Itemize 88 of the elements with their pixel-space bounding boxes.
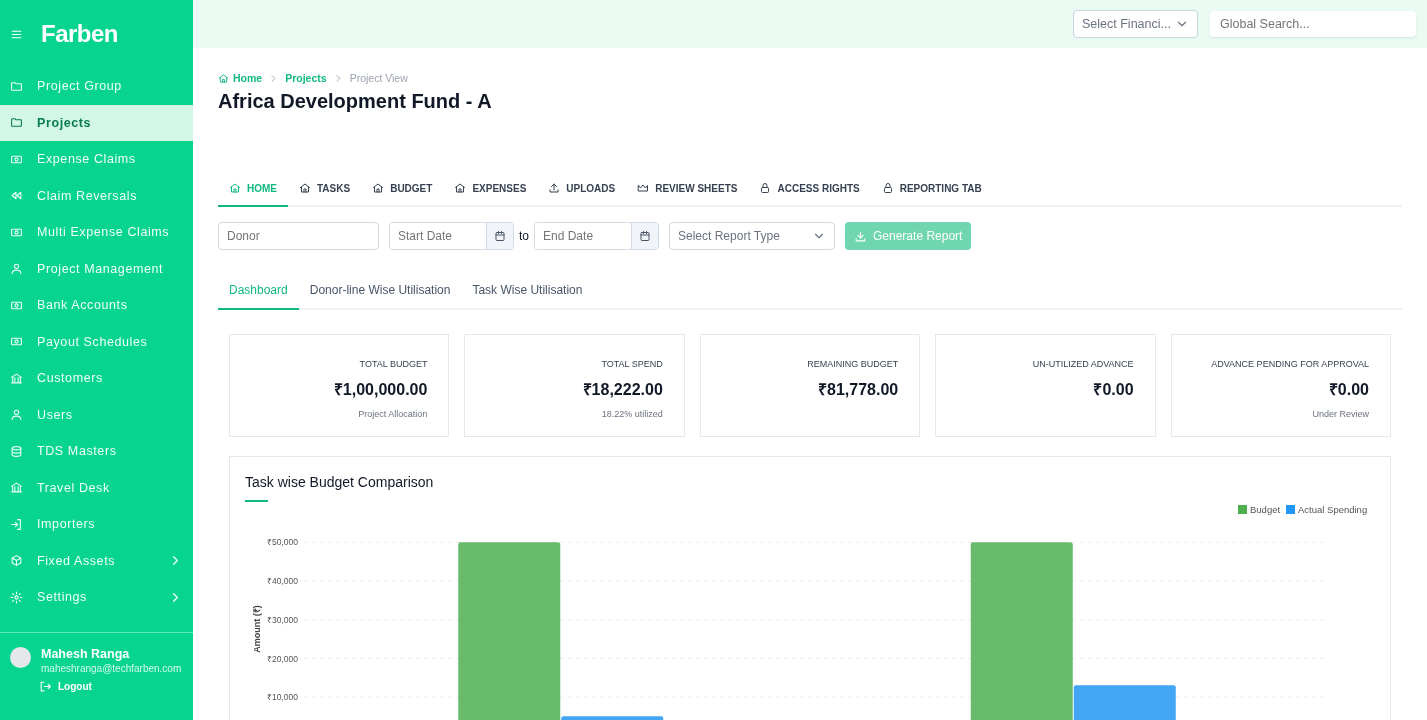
financial-year-select[interactable]: Select Financi... <box>1073 10 1198 38</box>
report-type-select[interactable]: Select Report Type <box>669 222 835 250</box>
tab[interactable]: BUDGET <box>361 171 444 207</box>
breadcrumb-link[interactable]: Home <box>218 72 263 84</box>
home-icon <box>229 182 241 194</box>
tab[interactable]: REVIEW SHEETS <box>626 171 749 207</box>
import-icon <box>10 517 23 531</box>
sidebar-item[interactable]: Project Management <box>0 250 193 287</box>
user-name: Mahesh Ranga <box>41 647 131 661</box>
legend-item: Actual Spending <box>1286 504 1368 515</box>
calendar-icon <box>639 230 651 242</box>
subtab[interactable]: Donor-line Wise Utilisation <box>298 271 462 310</box>
sidebar-item[interactable]: Settings <box>0 579 193 616</box>
tab[interactable]: REPORTING TAB <box>870 171 993 207</box>
tab[interactable]: UPLOADS <box>537 171 627 207</box>
tab[interactable]: TASKS <box>288 171 362 207</box>
tab[interactable]: EXPENSES <box>443 171 538 207</box>
home-icon <box>454 182 467 194</box>
stat-label: REMAINING BUDGET <box>807 359 899 369</box>
calendar-icon <box>494 230 506 242</box>
logo: Farben <box>41 20 118 48</box>
to-label: to <box>519 229 529 243</box>
tab[interactable]: HOME <box>218 171 288 207</box>
y-tick-label: ₹40,000 <box>267 576 298 586</box>
sidebar-item[interactable]: Payout Schedules <box>0 323 193 360</box>
sidebar-item[interactable]: Users <box>0 396 193 433</box>
page-title: Africa Development Fund - A <box>218 90 493 113</box>
legend-item: Budget <box>1238 504 1281 515</box>
bank-icon <box>10 481 23 495</box>
breadcrumb-link[interactable]: Projects <box>285 72 327 84</box>
y-tick-label: ₹20,000 <box>267 653 298 664</box>
start-date-field[interactable]: Start Date <box>389 222 514 250</box>
sidebar-item[interactable]: Travel Desk <box>0 469 193 506</box>
stat-label: TOTAL SPEND <box>601 359 663 369</box>
sidebar-item[interactable]: Bank Accounts <box>0 287 193 324</box>
y-axis-label: Amount (₹) <box>252 605 262 653</box>
global-search-field[interactable]: Global Search... <box>1210 11 1416 37</box>
lock-icon <box>881 182 894 194</box>
folder-icon <box>10 79 23 93</box>
home-icon <box>218 72 229 84</box>
sidebar-item[interactable]: Fixed Assets <box>0 542 193 579</box>
stat-value: ₹0.00 <box>1328 380 1369 400</box>
user-icon <box>10 262 23 276</box>
sidebar-item[interactable]: Claim Reversals <box>0 177 193 214</box>
database-icon <box>10 444 23 458</box>
home-icon <box>299 182 311 194</box>
donor-field[interactable]: Donor <box>218 222 379 250</box>
sidebar-item[interactable]: TDS Masters <box>0 433 193 470</box>
logout-icon <box>39 680 52 693</box>
subtab[interactable]: Task Wise Utilisation <box>461 271 594 310</box>
download-icon <box>854 229 867 243</box>
y-tick-label: ₹50,000 <box>267 537 298 548</box>
avatar <box>10 647 31 668</box>
home-icon <box>372 182 385 194</box>
sidebar-item[interactable]: Project Group <box>0 68 193 105</box>
folder-icon <box>10 116 23 130</box>
sidebar-item[interactable]: Multi Expense Claims <box>0 214 193 251</box>
crown-icon <box>637 182 650 194</box>
sidebar-item[interactable]: Projects <box>0 104 193 141</box>
sidebar-item[interactable]: Importers <box>0 506 193 543</box>
lock-icon <box>759 182 772 194</box>
bank-icon <box>10 371 23 385</box>
subtab[interactable]: Dashboard <box>218 271 299 310</box>
upload-icon <box>548 182 561 194</box>
stat-value: ₹81,778.00 <box>818 380 899 400</box>
stat-label: ADVANCE PENDING FOR APPROVAL <box>1211 359 1369 369</box>
user-icon <box>10 408 23 422</box>
stat-note: Project Allocation <box>358 409 428 419</box>
tab[interactable]: ACCESS RIGHTS <box>748 171 871 207</box>
stat-value: ₹1,00,000.00 <box>333 380 428 400</box>
legend-label: Budget <box>1250 504 1281 515</box>
breadcrumb-current: Project View <box>349 72 408 84</box>
stat-note: 18.22% utilized <box>601 409 663 419</box>
sidebar-item[interactable]: Customers <box>0 360 193 397</box>
y-tick-label: ₹10,000 <box>267 692 298 703</box>
stat-label: UN-UTILIZED ADVANCE <box>1032 359 1134 369</box>
sidebar-item[interactable]: Expense Claims <box>0 141 193 178</box>
user-email: maheshranga@techfarben.com <box>41 663 182 674</box>
stat-value: ₹0.00 <box>1093 380 1134 400</box>
y-tick-label: ₹30,000 <box>267 614 298 625</box>
stat-value: ₹18,222.00 <box>582 380 663 400</box>
stat-note: Under Review <box>1312 409 1369 419</box>
end-date-field[interactable]: End Date <box>534 222 659 250</box>
stat-label: TOTAL BUDGET <box>359 359 428 369</box>
logout-link[interactable]: Logout <box>39 680 182 693</box>
settings-icon <box>10 590 23 604</box>
cube-icon <box>10 554 23 568</box>
chart-title: Task wise Budget Comparison <box>245 474 434 490</box>
